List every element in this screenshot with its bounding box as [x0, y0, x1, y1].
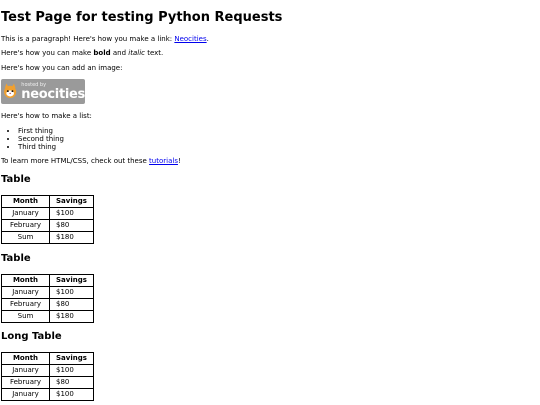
column-header: Month: [1, 352, 50, 365]
list-item: First thing: [18, 127, 64, 135]
badge-neocities: neocities: [21, 86, 85, 102]
table-cell: Sum: [1, 310, 50, 323]
learn-paragraph: To learn more HTML/CSS, check out these …: [1, 157, 181, 166]
list-item: Second thing: [18, 135, 64, 143]
list-intro: Here's how to make a list:: [1, 112, 92, 120]
italic-text: italic: [128, 49, 145, 57]
table-cell: $100: [49, 388, 94, 401]
page-title: Test Page for testing Python Requests: [1, 10, 283, 25]
table-cell: February: [1, 298, 50, 311]
table-header-row: Month Savings: [1, 195, 94, 208]
table-row: January $100: [1, 364, 94, 377]
tutorials-link[interactable]: tutorials: [149, 157, 178, 165]
formatting-text-a: Here's how you can make: [1, 49, 94, 57]
table-cell: $80: [49, 298, 94, 311]
table-header-row: Month Savings: [1, 274, 94, 287]
bold-text: bold: [93, 49, 111, 57]
table-cell: $80: [49, 376, 94, 389]
savings-table: Month Savings January $100 February $80 …: [1, 274, 94, 323]
formatting-text-c: text.: [144, 49, 164, 57]
column-header: Savings: [49, 195, 94, 208]
column-header: Month: [1, 274, 50, 287]
table-cell: January: [1, 207, 50, 220]
learn-text: To learn more HTML/CSS, check out these: [1, 157, 150, 165]
table-cell: Sum: [1, 231, 50, 244]
table-cell: $80: [49, 219, 94, 232]
table-heading: Long Table: [1, 331, 62, 342]
intro-text: This is a paragraph! Here's how you make…: [1, 35, 175, 43]
thing-list: First thing Second thing Third thing: [1, 127, 64, 151]
column-header: Savings: [49, 274, 94, 287]
table-row: January $100: [1, 388, 94, 401]
long-savings-table: Month Savings January $100 February $80 …: [1, 352, 94, 401]
table-cell: February: [1, 219, 50, 232]
learn-suffix: !: [177, 157, 181, 165]
table-cell: January: [1, 388, 50, 401]
neocities-link[interactable]: Neocities: [174, 35, 206, 43]
table-cell: January: [1, 286, 50, 299]
table-row: February $80: [1, 376, 94, 389]
table-heading: Table: [1, 174, 31, 185]
table-cell: $100: [49, 207, 94, 220]
table-cell: $180: [49, 231, 94, 244]
table-row: Sum $180: [1, 310, 94, 323]
table-cell: February: [1, 376, 50, 389]
intro-paragraph: This is a paragraph! Here's how you make…: [1, 35, 209, 44]
formatting-paragraph: Here's how you can make bold and italic …: [1, 49, 163, 58]
table-cell: $180: [49, 310, 94, 323]
image-paragraph: Here's how you can add an image:: [1, 64, 123, 72]
table-header-row: Month Savings: [1, 352, 94, 365]
table-row: February $80: [1, 298, 94, 311]
column-header: Savings: [49, 352, 94, 365]
table-row: February $80: [1, 219, 94, 232]
table-row: January $100: [1, 207, 94, 220]
table-row: January $100: [1, 286, 94, 299]
list-item: Third thing: [18, 143, 64, 151]
table-heading: Table: [1, 253, 31, 264]
table-row: Sum $180: [1, 231, 94, 244]
cat-mascot-icon: [1, 81, 20, 102]
formatting-text-b: and: [110, 49, 129, 57]
column-header: Month: [1, 195, 50, 208]
intro-suffix: .: [206, 35, 209, 43]
badge-text: hosted by neocities: [21, 82, 85, 102]
neocities-badge-image: hosted by neocities: [1, 79, 85, 104]
table-cell: January: [1, 364, 50, 377]
savings-table: Month Savings January $100 February $80 …: [1, 195, 94, 244]
table-cell: $100: [49, 364, 94, 377]
table-cell: $100: [49, 286, 94, 299]
